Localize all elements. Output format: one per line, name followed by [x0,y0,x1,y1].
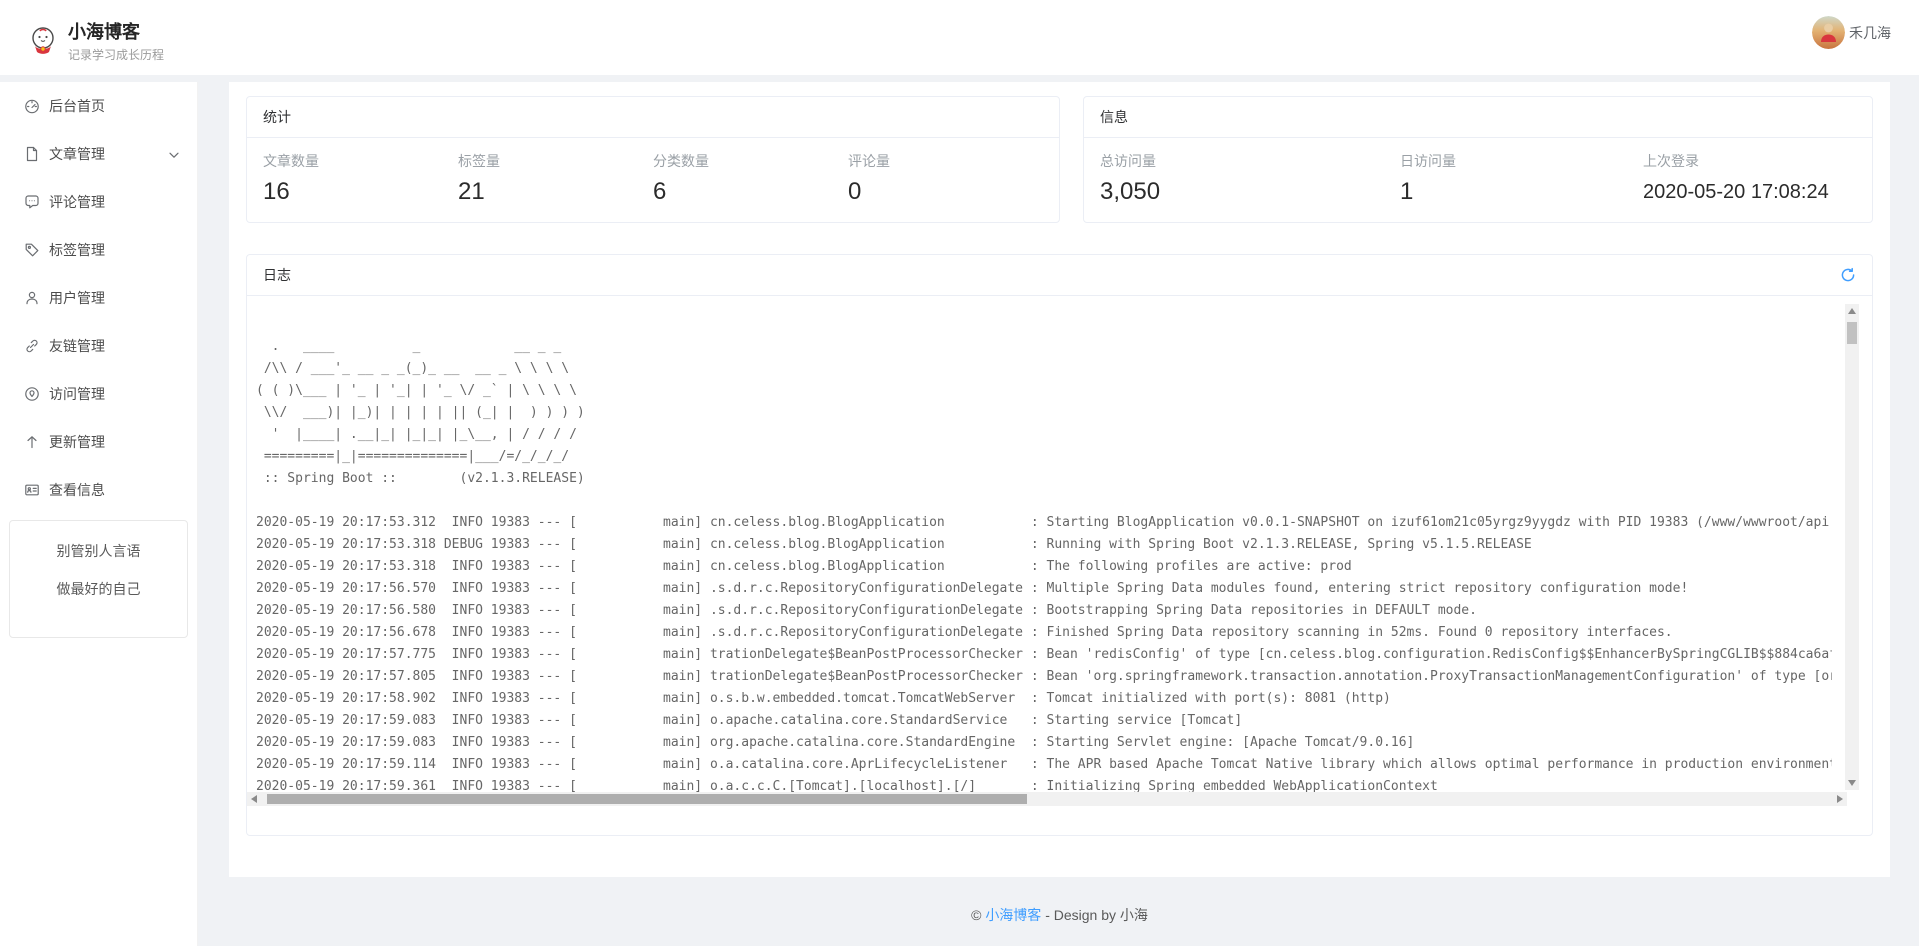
sidebar-item-links[interactable]: 友链管理 [0,322,197,370]
sidebar-item-label: 友链管理 [49,336,179,356]
sidebar-item-label: 后台首页 [49,96,179,116]
info-card-body: 总访问量 3,050 日访问量 1 上次登录 2020-05-20 17:08:… [1084,138,1872,206]
stat-label: 评论量 [848,151,1043,171]
stat-total-visits: 总访问量 3,050 [1100,151,1400,206]
sidebar-item-tags[interactable]: 标签管理 [0,226,197,274]
sidebar-quote-box: 别管别人言语 做最好的自己 [9,520,188,638]
scroll-right-arrow-icon[interactable] [1837,795,1843,803]
sidebar-item-view-info[interactable]: 查看信息 [0,466,197,514]
document-icon [24,146,40,162]
site-brand: 小海博客 记录学习成长历程 [27,21,164,63]
top-header: 小海博客 记录学习成长历程 禾几海 [0,0,1919,75]
stat-value: 2020-05-20 17:08:24 [1643,181,1856,204]
stat-tag-count: 标签量 21 [458,151,653,206]
sidebar: 后台首页 文章管理 评论管理 [0,82,198,946]
dashboard-icon [24,98,40,114]
log-lines: 2020-05-19 20:17:53.312 INFO 19383 --- [… [256,512,1832,792]
main-panel: 统计 文章数量 16 标签量 21 分类数量 6 评论量 0 信息 [229,82,1890,877]
scroll-down-arrow-icon[interactable] [1848,780,1856,786]
sidebar-item-comments[interactable]: 评论管理 [0,178,197,226]
sidebar-item-label: 访问管理 [49,384,179,404]
user-menu[interactable]: 禾几海 [1812,16,1891,49]
info-card-title: 信息 [1100,97,1128,138]
stats-card-title: 统计 [263,97,291,138]
comment-icon [24,194,40,210]
sidebar-item-dashboard[interactable]: 后台首页 [0,82,197,130]
user-avatar[interactable] [1812,16,1845,49]
user-icon [24,290,40,306]
sidebar-item-label: 用户管理 [49,288,179,308]
site-logo-icon [27,24,59,61]
footer-site-link[interactable]: 小海博客 [985,907,1041,923]
sidebar-item-updates[interactable]: 更新管理 [0,418,197,466]
stat-label: 分类数量 [653,151,848,171]
stat-label: 上次登录 [1643,151,1856,171]
stat-label: 日访问量 [1400,151,1643,171]
stat-value: 16 [263,178,458,206]
quote-line: 别管别人言语 [57,541,141,561]
spring-boot-banner: . ____ _ __ _ _ /\\ / ___'_ __ _ _(_)_ _… [256,336,1832,490]
stats-card: 统计 文章数量 16 标签量 21 分类数量 6 评论量 0 [246,96,1060,223]
vertical-scrollbar-thumb[interactable] [1847,322,1857,344]
stat-comment-count: 评论量 0 [848,151,1043,206]
sidebar-item-articles[interactable]: 文章管理 [0,130,197,178]
footer: © 小海博客 - Design by 小海 [229,905,1890,925]
stat-label: 文章数量 [263,151,458,171]
log-viewport: . ____ _ __ _ _ /\\ / ___'_ __ _ _(_)_ _… [247,296,1872,835]
stats-card-body: 文章数量 16 标签量 21 分类数量 6 评论量 0 [247,138,1059,206]
sidebar-item-label: 查看信息 [49,480,179,500]
chevron-down-icon [169,146,179,162]
stat-daily-visits: 日访问量 1 [1400,151,1643,206]
stat-category-count: 分类数量 6 [653,151,848,206]
stat-value: 3,050 [1100,178,1400,206]
id-card-icon [24,482,40,498]
sidebar-item-label: 文章管理 [49,144,169,164]
site-subtitle: 记录学习成长历程 [68,46,164,63]
sidebar-item-label: 标签管理 [49,240,179,260]
sidebar-menu: 后台首页 文章管理 评论管理 [0,82,197,514]
log-output: . ____ _ __ _ _ /\\ / ___'_ __ _ _(_)_ _… [256,296,1832,792]
sidebar-item-label: 评论管理 [49,192,179,212]
stat-label: 标签量 [458,151,653,171]
stat-article-count: 文章数量 16 [263,151,458,206]
stat-value: 21 [458,178,653,206]
arrow-up-icon [24,434,40,450]
stat-last-login: 上次登录 2020-05-20 17:08:24 [1643,151,1856,206]
footer-suffix: - Design by 小海 [1041,907,1148,923]
location-icon [24,386,40,402]
stat-value: 0 [848,178,1043,206]
quote-line: 做最好的自己 [57,579,141,599]
log-card: 日志 . ____ _ __ _ _ /\\ / ___'_ __ _ _(_)… [246,254,1873,836]
sidebar-item-label: 更新管理 [49,432,179,452]
log-card-header: 日志 [247,255,1872,296]
stat-value: 1 [1400,178,1643,206]
refresh-icon[interactable] [1840,267,1856,283]
horizontal-scrollbar-thumb[interactable] [267,794,1027,804]
info-card-header: 信息 [1084,97,1872,138]
footer-copyright: © [971,907,985,923]
log-card-title: 日志 [263,255,291,296]
sidebar-item-users[interactable]: 用户管理 [0,274,197,322]
tag-icon [24,242,40,258]
info-card: 信息 总访问量 3,050 日访问量 1 上次登录 2020-05-20 17:… [1083,96,1873,223]
site-title: 小海博客 [68,21,164,43]
scroll-up-arrow-icon[interactable] [1848,308,1856,314]
stat-value: 6 [653,178,848,206]
link-icon [24,338,40,354]
stats-card-header: 统计 [247,97,1059,138]
vertical-scrollbar[interactable] [1845,304,1859,790]
scroll-left-arrow-icon[interactable] [251,795,257,803]
horizontal-scrollbar[interactable] [247,792,1847,806]
sidebar-item-visits[interactable]: 访问管理 [0,370,197,418]
stat-label: 总访问量 [1100,151,1400,171]
username[interactable]: 禾几海 [1849,23,1891,43]
